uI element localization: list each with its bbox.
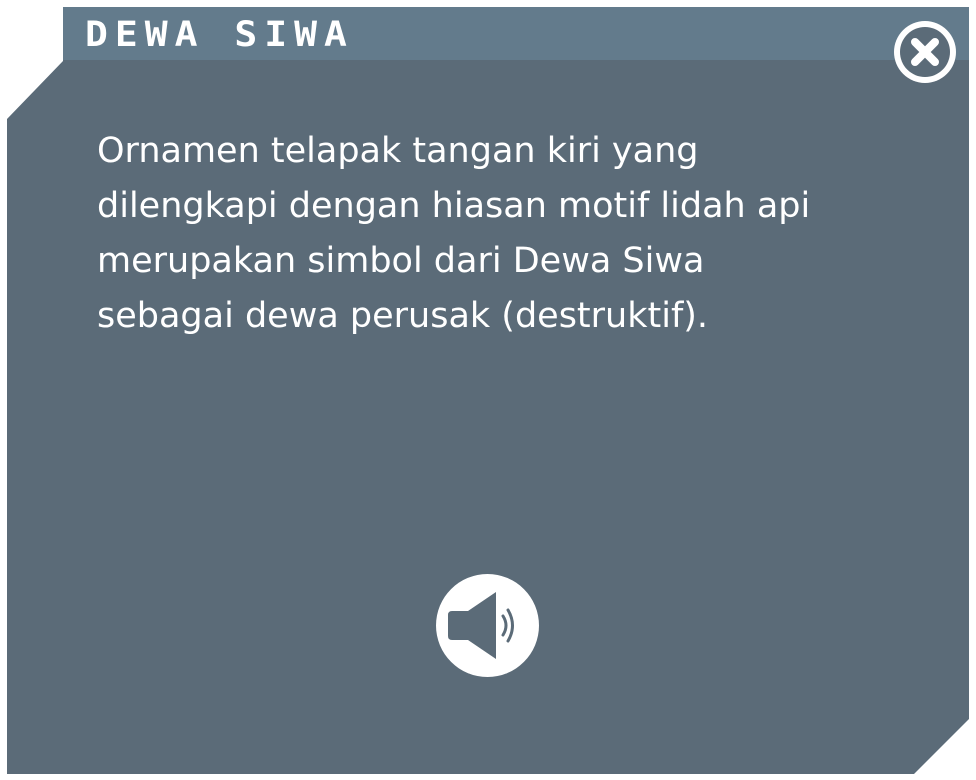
speaker-icon <box>448 592 514 659</box>
description-line: merupakan simbol dari Dewa Siwa <box>97 241 705 281</box>
close-button[interactable] <box>894 21 956 83</box>
info-dialog: DEWA SIWA Ornamen telapak tangan kiri ya… <box>0 0 976 780</box>
description-line: sebagai dewa perusak (destruktif). <box>97 296 709 336</box>
description-line: dilengkapi dengan hiasan motif lidah api <box>97 186 811 226</box>
close-icon <box>900 27 950 77</box>
description-text: Ornamen telapak tangan kiri yang dilengk… <box>97 124 897 344</box>
dialog-title: DEWA SIWA <box>85 13 354 55</box>
description-line: Ornamen telapak tangan kiri yang <box>97 131 699 171</box>
play-audio-button[interactable] <box>436 574 539 677</box>
title-bar: DEWA SIWA <box>63 7 969 60</box>
